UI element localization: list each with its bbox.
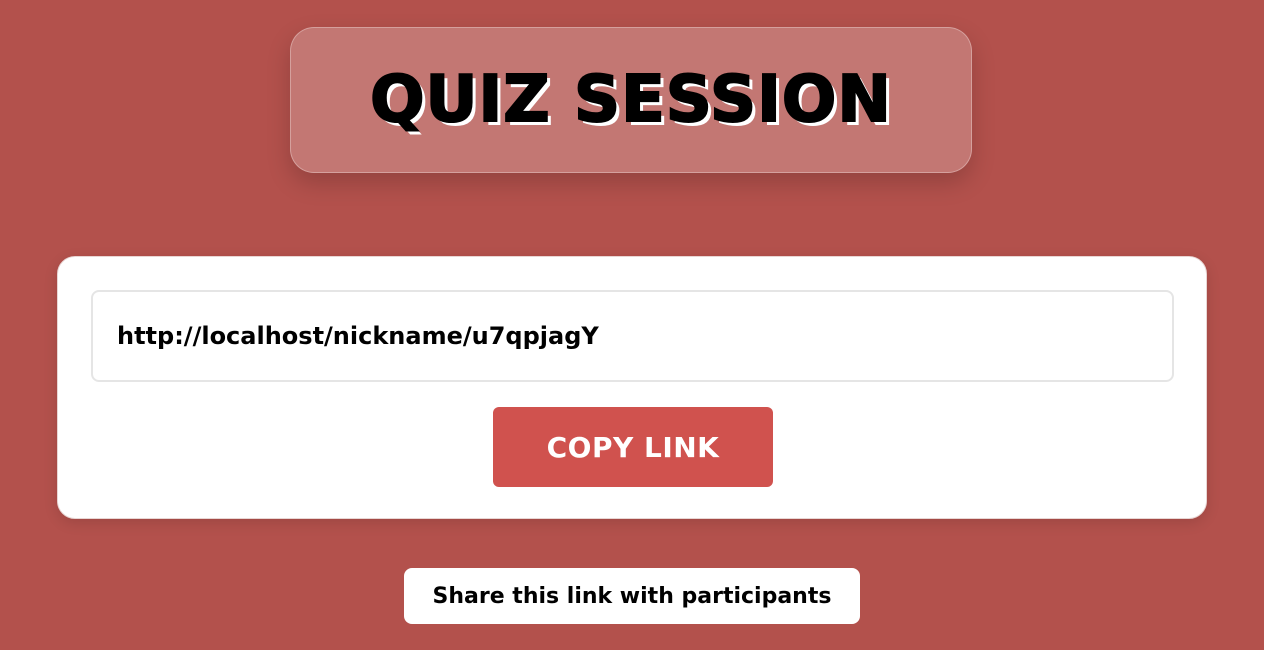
share-link-card: COPY LINK bbox=[57, 256, 1207, 519]
share-instructions: Share this link with participants bbox=[404, 568, 860, 624]
page-title: QUIZ SESSION bbox=[369, 63, 892, 137]
copy-link-button[interactable]: COPY LINK bbox=[493, 407, 773, 487]
session-link-field[interactable] bbox=[91, 290, 1174, 382]
title-banner: QUIZ SESSION bbox=[290, 27, 972, 173]
